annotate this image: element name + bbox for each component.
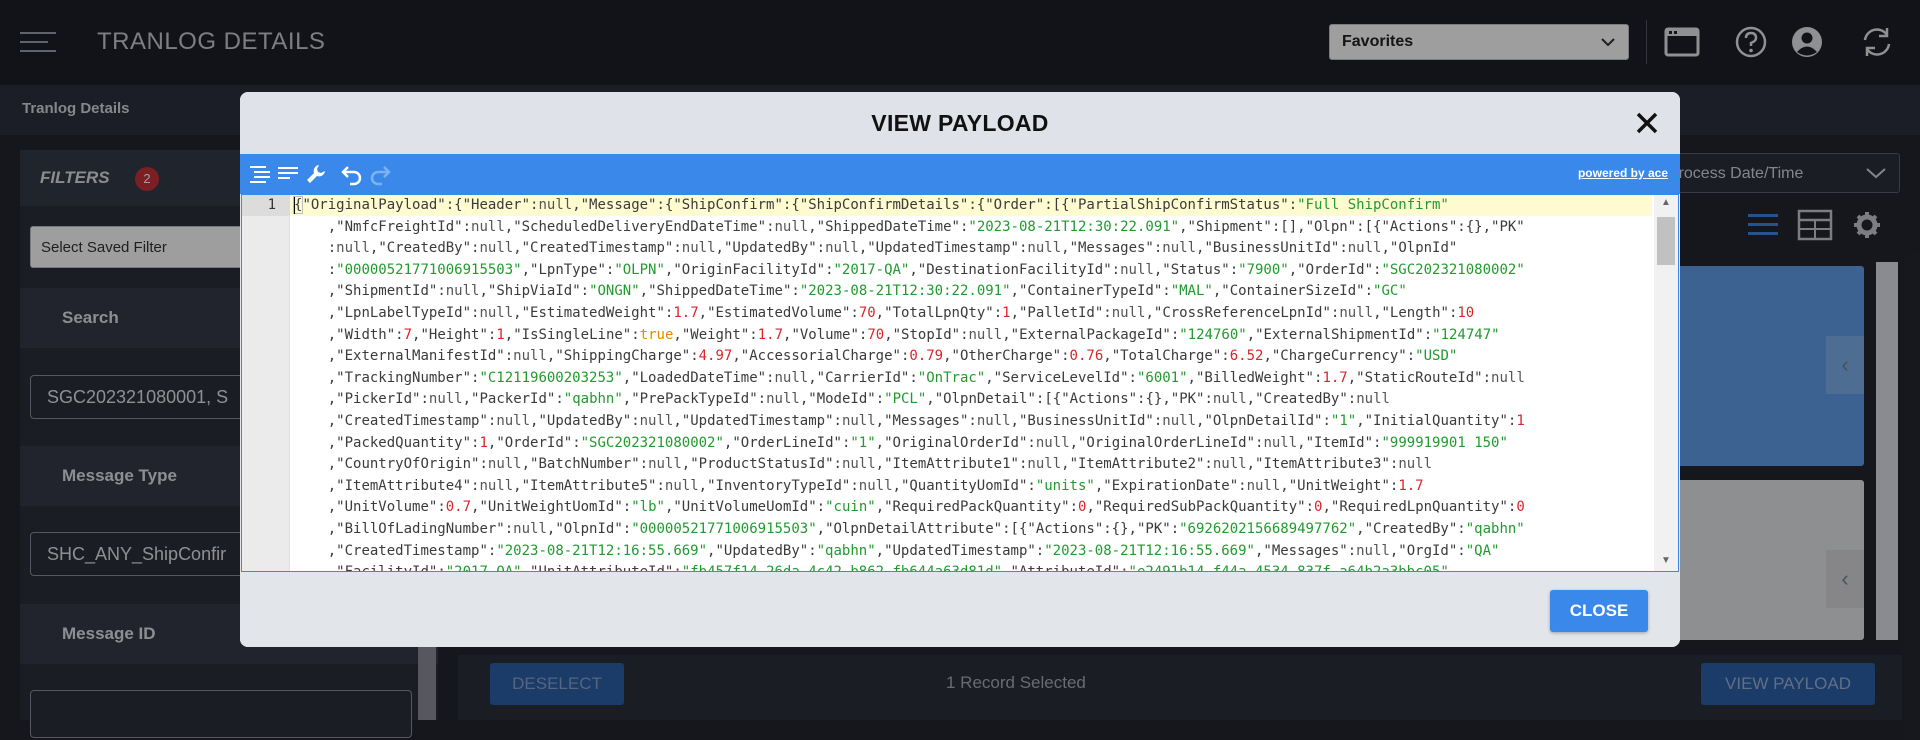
line-number: 1 [242,195,290,216]
code-line: :"00000521771006915503","LpnType":"OLPN"… [294,261,1525,278]
powered-by-ace-link[interactable]: powered by ace [1578,166,1668,180]
view-payload-modal: VIEW PAYLOAD powered by ace 1 {"Original… [240,92,1680,647]
code-line: ,"CreatedTimestamp":"2023-08-21T12:16:55… [294,542,1500,559]
code-line: ,"Width":7,"Height":1,"IsSingleLine":tru… [294,326,1500,343]
code-line: {"OriginalPayload":{"Header":null,"Messa… [292,196,1449,214]
code-line: ,"ItemAttribute4":null,"ItemAttribute5":… [294,477,1424,494]
repair-icon[interactable] [304,162,328,186]
code-line: :null,"CreatedBy":null,"CreatedTimestamp… [294,240,1458,257]
json-editor[interactable]: 1 {"OriginalPayload":{"Header":null,"Mes… [241,194,1679,572]
redo-icon[interactable] [368,162,392,186]
code-line: ,"FacilityId":"2017-QA","UnitAttributeId… [294,562,1644,571]
code-line: ,"CountryOfOrigin":null,"BatchNumber":nu… [294,456,1433,473]
undo-icon[interactable] [340,162,364,186]
code-line: ,"ShipmentId":null,"ShipViaId":"ONGN","S… [294,283,1407,300]
format-icon[interactable] [248,162,272,186]
editor-toolbar: powered by ace [240,154,1680,194]
code-line: ,"UnitVolume":0.7,"UnitWeightUomId":"lb"… [294,499,1525,516]
modal-header: VIEW PAYLOAD [240,92,1680,154]
payload-code: {"OriginalPayload":{"Header":null,"Messa… [292,195,1644,571]
code-line: ,"CreatedTimestamp":null,"UpdatedBy":nul… [294,412,1525,429]
modal-title: VIEW PAYLOAD [871,110,1049,136]
code-area[interactable]: {"OriginalPayload":{"Header":null,"Messa… [290,195,1652,571]
editor-gutter: 1 [242,195,290,571]
close-icon[interactable] [1632,108,1662,138]
modal-footer: CLOSE [240,572,1680,647]
text-cursor [294,197,295,214]
code-line: ,"LpnLabelTypeId":null,"EstimatedWeight"… [294,304,1475,321]
code-line: ,"PackedQuantity":1,"OrderId":"SGC202321… [294,434,1508,451]
editor-scrollbar[interactable]: ▲ ▼ [1654,195,1678,571]
scroll-down-arrow-icon[interactable]: ▼ [1654,553,1678,569]
code-line: ,"BillOfLadingNumber":null,"OlpnId":"000… [294,520,1525,537]
compact-icon[interactable] [276,162,300,186]
code-line: ,"ExternalManifestId":null,"ShippingChar… [294,348,1458,365]
close-button[interactable]: CLOSE [1550,590,1648,632]
code-line: ,"TrackingNumber":"C12119600203253","Loa… [294,369,1525,386]
code-line: ,"NmfcFreightId":null,"ScheduledDelivery… [294,218,1525,235]
editor-scroll-thumb[interactable] [1657,217,1675,265]
code-line: ,"PickerId":null,"PackerId":"qabhn","Pre… [294,391,1390,408]
scroll-up-arrow-icon[interactable]: ▲ [1654,195,1678,211]
